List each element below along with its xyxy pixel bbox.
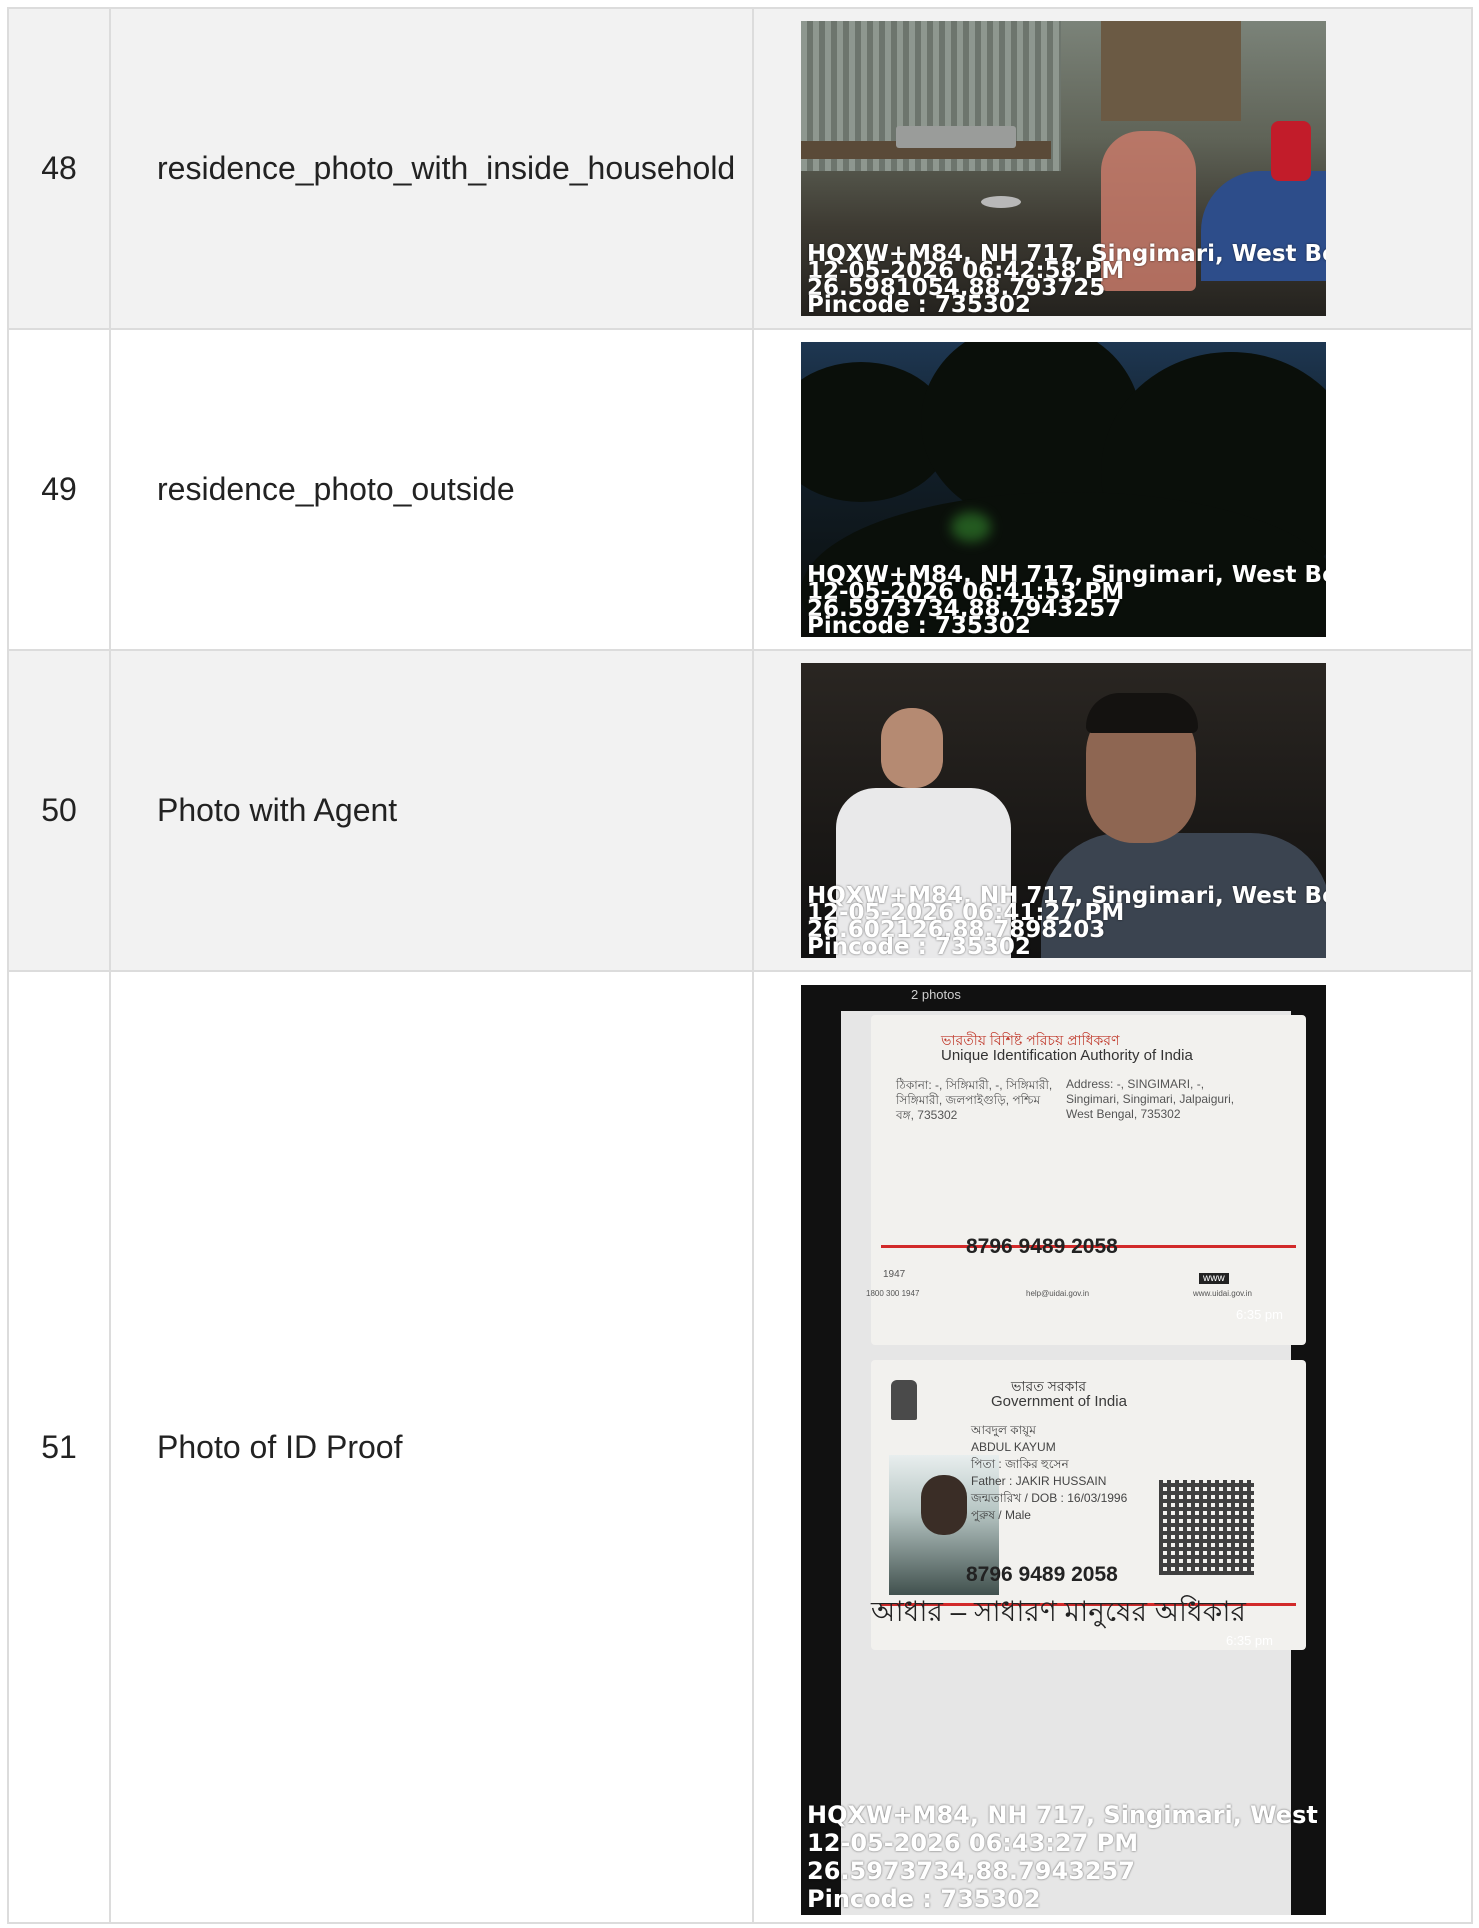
address-block: Address: -, SINGIMARI, -, Singimari, Sin… <box>1066 1077 1234 1122</box>
photo-cell: HQXW+M84, NH 717, Singimari, West Bengal… <box>752 649 1473 972</box>
table-row: 49 residence_photo_outside HQXW+M84, NH … <box>7 328 1473 651</box>
row-number: 49 <box>7 328 111 651</box>
geo-stamp: HQXW+M84, NH 717, Singimari, West Bengal… <box>807 1801 1326 1913</box>
helpline-number: 1947 <box>883 1269 906 1280</box>
row-number: 50 <box>7 649 111 972</box>
screenshot-time: 6:35 pm <box>1226 1633 1273 1648</box>
uidai-title: Unique Identification Authority of India <box>941 1047 1193 1064</box>
id-proof-photo[interactable]: 2 photos ভারতীয় বিশিষ্ট পরিচয় প্রাধিকর… <box>801 985 1326 1915</box>
row-label: residence_photo_with_inside_household <box>109 7 754 330</box>
gov-title: Government of India <box>991 1393 1127 1410</box>
green-light <box>951 512 991 542</box>
holder-gender: পুরুষ / Male <box>971 1508 1031 1522</box>
red-jar <box>1271 121 1311 181</box>
residence-inside-photo[interactable]: HQXW+M84, NH 717, Singimari, West Bengal… <box>801 21 1326 316</box>
aadhaar-number-front: 8796 9489 2058 <box>966 1563 1118 1586</box>
geo-stamp: HQXW+M84, NH 717, Singimari, West Bengal… <box>807 885 1326 959</box>
holder-details: আবদুল কায়ূম ABDUL KAYUM পিতা : জাকির হু… <box>971 1422 1127 1524</box>
photo-cell: HQXW+M84, NH 717, Singimari, West Bengal… <box>752 7 1473 330</box>
father-bengali: পিতা : জাকির হুসেন <box>971 1457 1069 1471</box>
qr-code-icon <box>1159 1480 1254 1575</box>
aadhaar-number: 8796 9489 2058 <box>966 1235 1118 1258</box>
address-line: Address: -, SINGIMARI, -, <box>1066 1077 1205 1091</box>
holder-name: ABDUL KAYUM <box>971 1440 1056 1454</box>
row-number: 51 <box>7 970 111 1924</box>
row-label: Photo of ID Proof <box>109 970 754 1924</box>
holder-dob: জন্মতারিখ / DOB : 16/03/1996 <box>971 1491 1128 1505</box>
emblem-icon <box>891 1380 917 1420</box>
helpline-email: help@uidai.gov.in <box>1026 1289 1090 1298</box>
gallery-topbar: 2 photos <box>801 985 1326 1011</box>
address-line: Singimari, Singimari, Jalpaiguri, <box>1066 1092 1235 1106</box>
agent-photo[interactable]: HQXW+M84, NH 717, Singimari, West Bengal… <box>801 663 1326 958</box>
geo-stamp: HQXW+M84, NH 717, Singimari, West Bengal… <box>807 243 1326 317</box>
name-bengali: আবদুল কায়ূম <box>971 1423 1036 1437</box>
address-line: West Bengal, 735302 <box>1066 1107 1181 1121</box>
photo-cell: 2 photos ভারতীয় বিশিষ্ট পরিচয় প্রাধিকর… <box>752 970 1473 1924</box>
person-face <box>881 708 943 788</box>
agent-hair <box>1086 693 1198 733</box>
stamp-pincode: Pincode : 735302 <box>807 1885 1041 1913</box>
table-row: 48 residence_photo_with_inside_household… <box>7 7 1473 330</box>
bowl <box>981 196 1021 208</box>
row-label: Photo with Agent <box>109 649 754 972</box>
geo-stamp: HQXW+M84, NH 717, Singimari, West Bengal… <box>807 564 1326 638</box>
verification-table: 48 residence_photo_with_inside_household… <box>7 7 1473 1924</box>
aadhaar-slogan: আধার – সাধারণ মানুষের অধিকার <box>871 1596 1246 1627</box>
photo-cell: HQXW+M84, NH 717, Singimari, West Bengal… <box>752 328 1473 651</box>
address-bengali: ঠিকানা: -, সিঙ্গিমারী, -, সিঙ্গিমারী, সি… <box>896 1078 1053 1122</box>
stamp-address: HQXW+M84, NH 717, Singimari, West Bengal <box>807 1801 1326 1829</box>
residence-outside-photo[interactable]: HQXW+M84, NH 717, Singimari, West Bengal… <box>801 342 1326 637</box>
holder-face <box>921 1475 967 1535</box>
web-badge: www <box>1199 1273 1229 1284</box>
table-row: 51 Photo of ID Proof 2 photos ভারতীয় বি… <box>7 970 1473 1924</box>
table-row: 50 Photo with Agent HQXW+M84, NH 717, Si… <box>7 649 1473 972</box>
website: www.uidai.gov.in <box>1193 1289 1252 1298</box>
wooden-door <box>1101 21 1241 121</box>
stamp-coords: 26.5973734,88.7943257 <box>807 1857 1135 1885</box>
stamp-datetime: 12-05-2026 06:43:27 PM <box>807 1829 1139 1857</box>
gas-stove <box>896 126 1016 148</box>
father-name: Father : JAKIR HUSSAIN <box>971 1474 1107 1488</box>
helpline-toll-free: 1800 300 1947 <box>866 1289 920 1298</box>
row-number: 48 <box>7 7 111 330</box>
topbar-text: 2 photos <box>911 987 961 1002</box>
screenshot-time: 6:35 pm <box>1236 1307 1283 1322</box>
row-label: residence_photo_outside <box>109 328 754 651</box>
